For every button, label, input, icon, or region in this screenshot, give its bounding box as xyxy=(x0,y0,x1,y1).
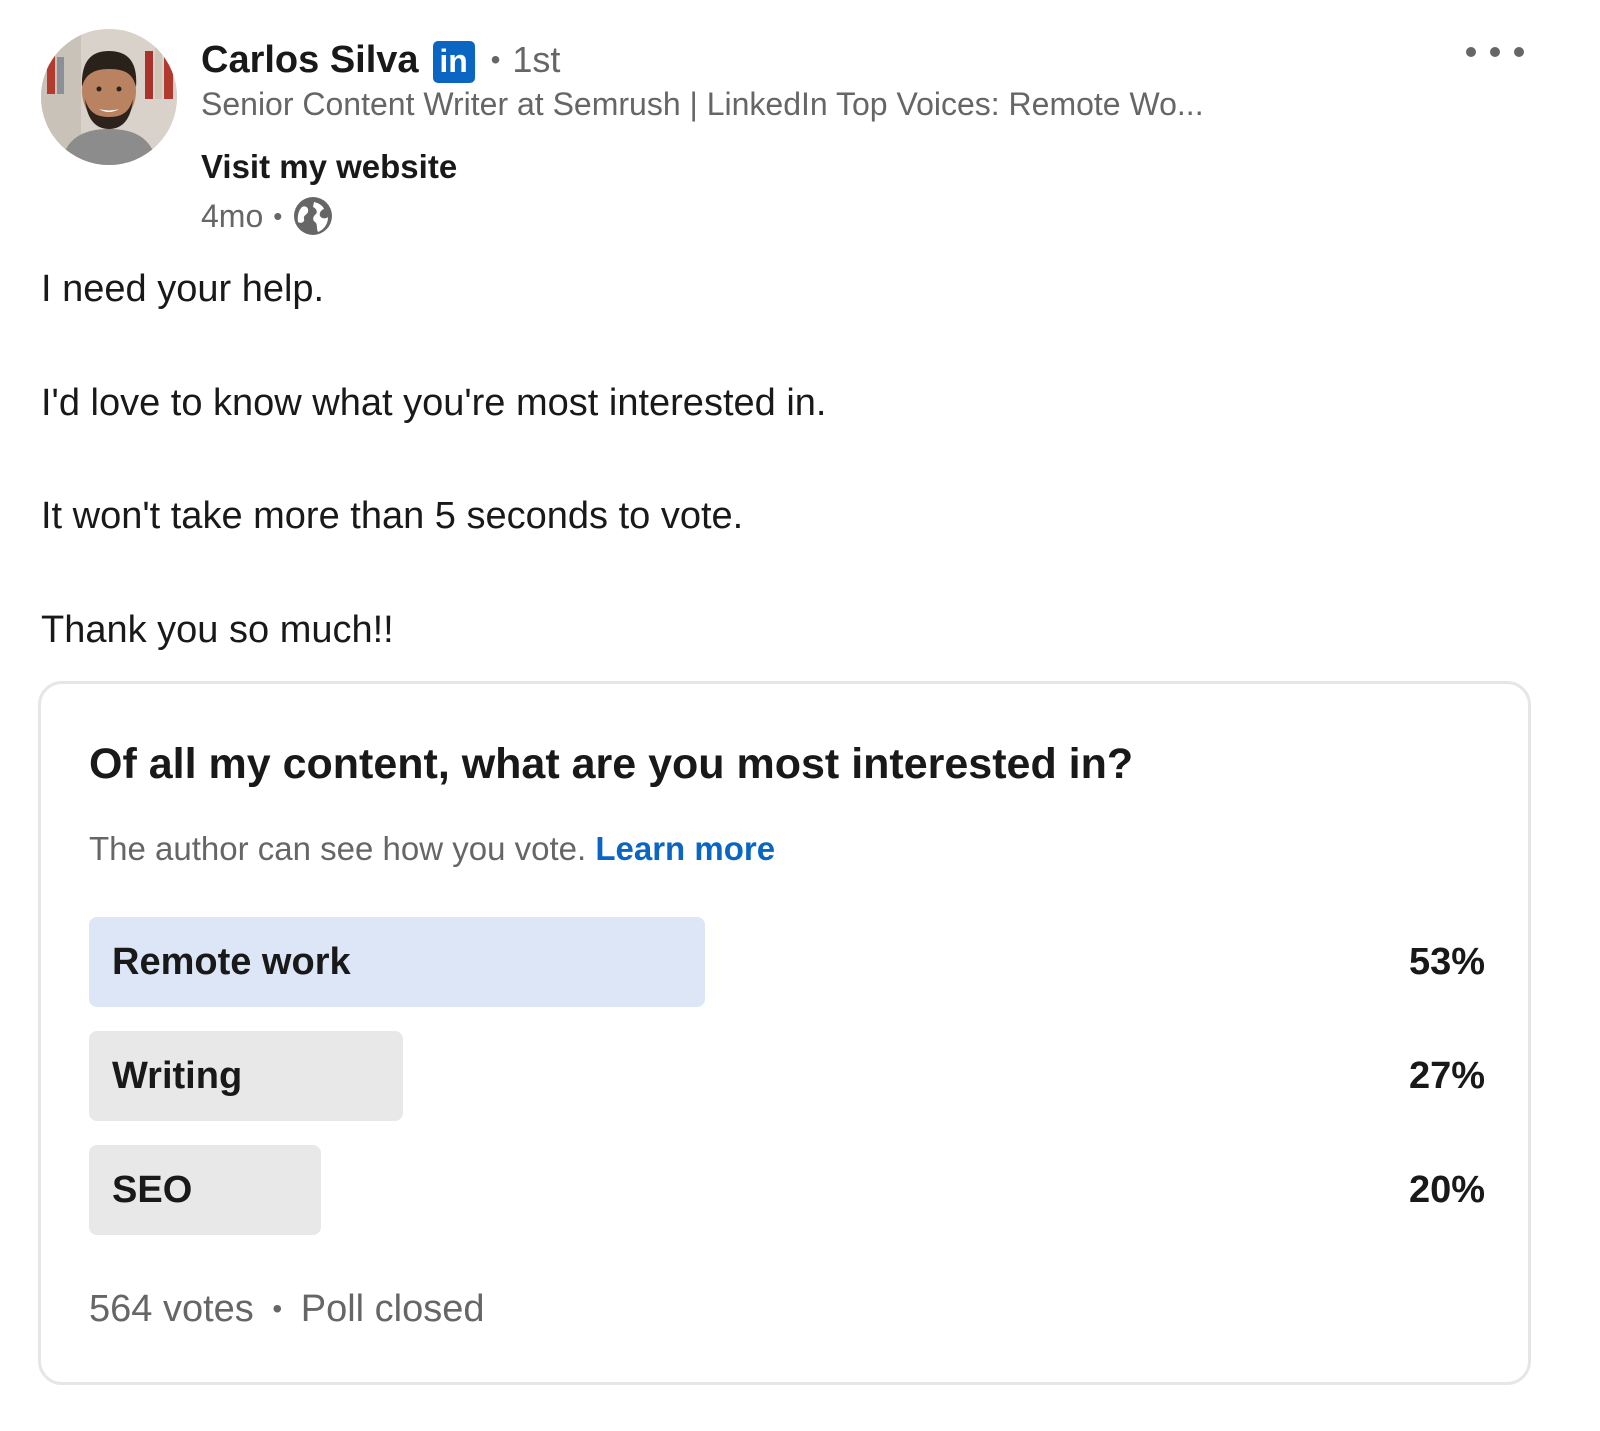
post-text-line: I need your help. xyxy=(41,268,325,310)
poll-notice-text: The author can see how you vote. xyxy=(89,830,587,867)
poll-option-label: Writing xyxy=(112,1055,243,1097)
poll-footer: 564 votes • Poll closed xyxy=(89,1288,485,1331)
post-text-line: Thank you so much!! xyxy=(41,609,394,651)
avatar-photo xyxy=(41,29,177,165)
poll-notice: The author can see how you vote. Learn m… xyxy=(89,830,775,868)
poll-option-label: Remote work xyxy=(112,941,351,983)
poll-option-percent: 20% xyxy=(1408,1169,1485,1211)
poll-card: Of all my content, what are you most int… xyxy=(38,681,1531,1385)
connection-degree: 1st xyxy=(512,39,561,80)
post-text-line: I'd love to know what you're most intere… xyxy=(41,382,827,424)
separator-dot: • xyxy=(272,1293,283,1324)
poll-status: Poll closed xyxy=(300,1288,485,1330)
poll-option[interactable]: SEO 20% xyxy=(89,1145,1485,1235)
poll-option[interactable]: Writing 27% xyxy=(89,1031,1485,1121)
poll-option-percent: 27% xyxy=(1408,1055,1485,1097)
vote-count: 564 votes xyxy=(89,1288,254,1330)
author-name[interactable]: Carlos Silva xyxy=(201,39,419,82)
poll-question: Of all my content, what are you most int… xyxy=(89,740,1134,788)
learn-more-link[interactable]: Learn more xyxy=(595,830,775,867)
author-headline: Senior Content Writer at Semrush | Linke… xyxy=(201,86,1204,122)
author-avatar[interactable] xyxy=(41,29,177,165)
post-time: 4mo xyxy=(201,197,264,234)
linkedin-icon: in xyxy=(432,41,475,83)
poll-option-percent: 53% xyxy=(1408,941,1485,983)
post-meta: 4mo • xyxy=(201,194,334,238)
more-options-button[interactable] xyxy=(1458,34,1532,70)
author-line: Carlos Silva in • 1st xyxy=(201,36,560,84)
globe-icon xyxy=(294,197,333,235)
poll-option[interactable]: Remote work 53% xyxy=(89,917,1485,1007)
more-options-icon xyxy=(1466,47,1476,57)
visit-website-link[interactable]: Visit my website xyxy=(201,148,457,186)
separator-dot: • xyxy=(273,200,283,231)
separator-dot: • xyxy=(490,44,501,75)
post-text-line: It won't take more than 5 seconds to vot… xyxy=(41,495,744,537)
poll-option-label: SEO xyxy=(112,1169,193,1211)
